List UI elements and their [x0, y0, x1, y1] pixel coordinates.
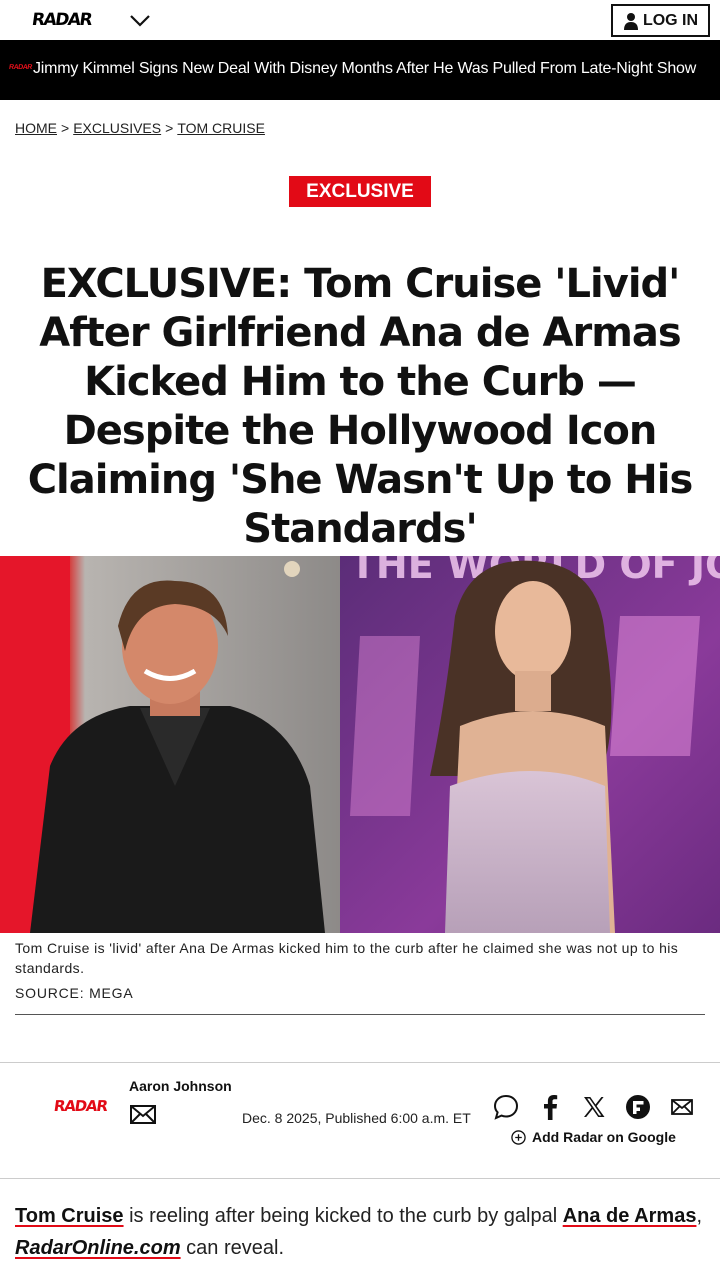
ticker-headline[interactable]: Jimmy Kimmel Signs New Deal With Disney …	[33, 60, 696, 78]
top-header: RADAR LOG IN	[0, 0, 720, 40]
envelope-icon[interactable]	[129, 1103, 157, 1125]
site-logo[interactable]: RADAR	[31, 10, 93, 30]
email-icon[interactable]	[668, 1093, 696, 1121]
login-button[interactable]: LOG IN	[611, 4, 710, 37]
news-ticker[interactable]: RADAR Jimmy Kimmel Signs New Deal With D…	[0, 40, 720, 100]
breadcrumb-separator: >	[165, 120, 174, 136]
user-icon	[623, 12, 638, 30]
author-logo: RADAR	[52, 1097, 109, 1115]
author-name[interactable]: Aaron Johnson	[129, 1078, 232, 1094]
body-text-segment: can reveal.	[180, 1237, 284, 1259]
plus-circle-icon	[511, 1129, 526, 1145]
article-body-paragraph: Tom Cruise is reeling after being kicked…	[15, 1200, 710, 1264]
add-radar-on-google-button[interactable]: Add Radar on Google	[511, 1129, 676, 1145]
hero-image: THE WORLD OF JOHN	[0, 556, 720, 933]
x-icon[interactable]	[580, 1093, 608, 1121]
breadcrumb-separator: >	[61, 120, 70, 136]
login-label: LOG IN	[642, 11, 699, 29]
exclusive-badge[interactable]: EXCLUSIVE	[289, 176, 431, 207]
body-text-segment: is reeling after being kicked to the cur…	[123, 1205, 563, 1227]
divider	[15, 1014, 705, 1015]
breadcrumb-tom-cruise[interactable]: TOM CRUISE	[177, 120, 265, 136]
divider	[0, 1178, 720, 1179]
breadcrumb-home[interactable]: HOME	[15, 120, 57, 136]
link-ana-de-armas[interactable]: Ana de Armas	[563, 1205, 697, 1227]
breadcrumb: HOME > EXCLUSIVES > TOM CRUISE	[15, 120, 265, 136]
add-google-label: Add Radar on Google	[532, 1129, 676, 1145]
link-tom-cruise[interactable]: Tom Cruise	[15, 1205, 124, 1227]
publish-date: Dec. 8 2025, Published 6:00 a.m. ET	[242, 1110, 471, 1126]
ticker-logo: RADAR	[8, 64, 33, 71]
divider	[0, 1062, 720, 1063]
body-text-segment: ,	[696, 1205, 702, 1227]
flipboard-icon[interactable]	[624, 1093, 652, 1121]
chevron-down-icon[interactable]	[128, 8, 152, 32]
breadcrumb-exclusives[interactable]: EXCLUSIVES	[73, 120, 161, 136]
comment-icon[interactable]	[492, 1093, 520, 1121]
hero-caption: Tom Cruise is 'livid' after Ana De Armas…	[15, 940, 679, 976]
facebook-icon[interactable]	[536, 1093, 564, 1121]
article-headline: EXCLUSIVE: Tom Cruise 'Livid' After Girl…	[27, 261, 694, 552]
image-source: SOURCE: MEGA	[15, 985, 134, 1001]
link-radaronline[interactable]: RadarOnline.com	[15, 1237, 181, 1259]
